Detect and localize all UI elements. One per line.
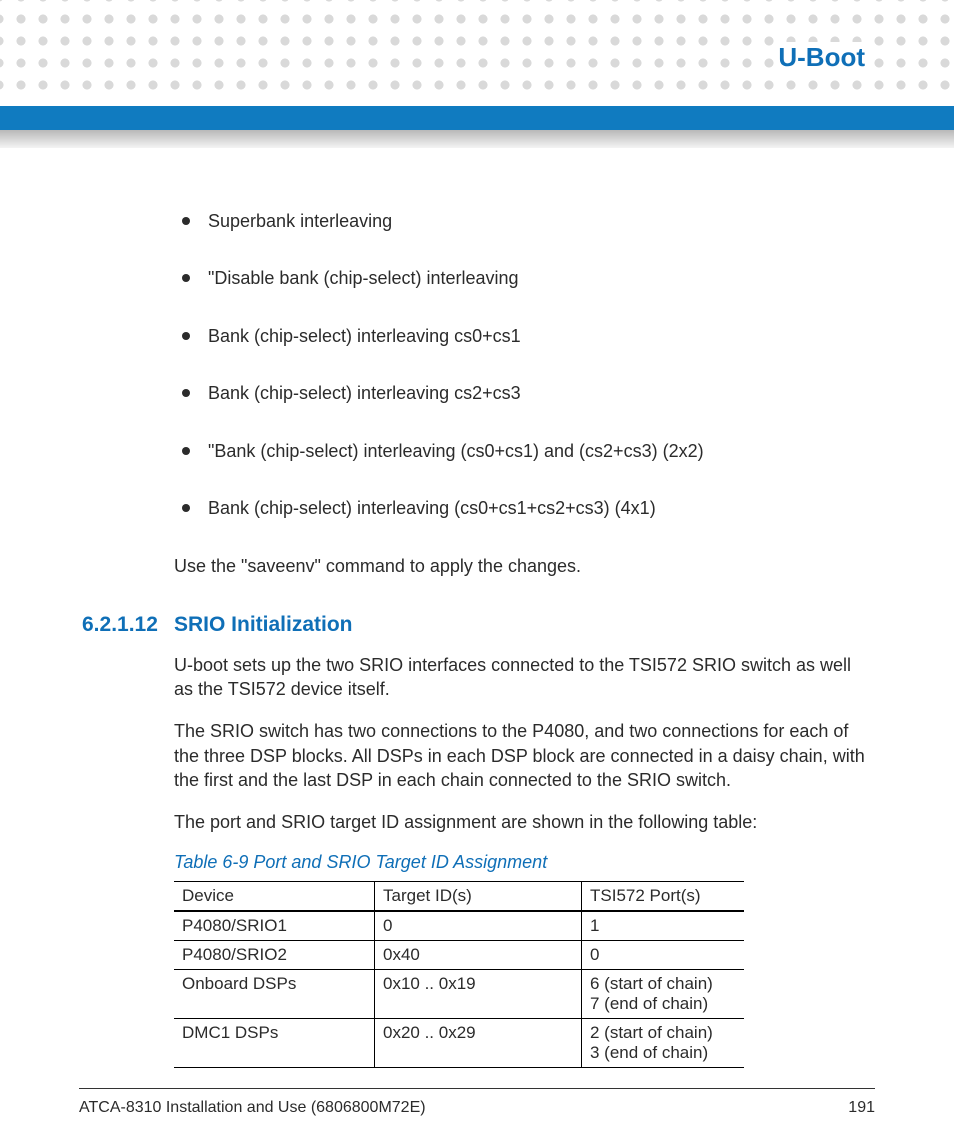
saveenv-note: Use the "saveenv" command to apply the c… — [174, 554, 874, 578]
section-paragraph: U-boot sets up the two SRIO interfaces c… — [174, 653, 874, 702]
cell-target: 0x40 — [375, 941, 582, 970]
col-target-id: Target ID(s) — [375, 882, 582, 912]
interleaving-options-list: Superbank interleaving "Disable bank (ch… — [182, 210, 874, 520]
table-row: Onboard DSPs 0x10 .. 0x19 6 (start of ch… — [174, 970, 744, 1019]
table-header-row: Device Target ID(s) TSI572 Port(s) — [174, 882, 744, 912]
header-blue-bar — [0, 106, 954, 130]
chapter-title: U-Boot — [774, 42, 869, 73]
section-paragraph: The SRIO switch has two connections to t… — [174, 719, 874, 792]
section-title: SRIO Initialization — [174, 613, 353, 637]
cell-port: 0 — [582, 941, 745, 970]
cell-port: 1 — [582, 911, 745, 941]
footer-page-number: 191 — [848, 1099, 875, 1117]
table-row: P4080/SRIO2 0x40 0 — [174, 941, 744, 970]
cell-port: 6 (start of chain) 7 (end of chain) — [582, 970, 745, 1019]
cell-port: 2 (start of chain) 3 (end of chain) — [582, 1019, 745, 1068]
footer-divider — [79, 1088, 875, 1089]
srio-assignment-table: Device Target ID(s) TSI572 Port(s) P4080… — [174, 881, 744, 1068]
list-item: "Bank (chip-select) interleaving (cs0+cs… — [182, 440, 874, 463]
cell-device: P4080/SRIO2 — [174, 941, 375, 970]
list-item: Bank (chip-select) interleaving cs0+cs1 — [182, 325, 874, 348]
footer-doc-title: ATCA-8310 Installation and Use (6806800M… — [79, 1099, 426, 1117]
list-item: "Disable bank (chip-select) interleaving — [182, 267, 874, 290]
cell-target: 0 — [375, 911, 582, 941]
list-item: Superbank interleaving — [182, 210, 874, 233]
header-grey-bar — [0, 130, 954, 148]
section-paragraph: The port and SRIO target ID assignment a… — [174, 810, 874, 834]
cell-device: P4080/SRIO1 — [174, 911, 375, 941]
col-tsi572-port: TSI572 Port(s) — [582, 882, 745, 912]
col-device: Device — [174, 882, 375, 912]
page-footer: ATCA-8310 Installation and Use (6806800M… — [79, 1099, 875, 1117]
section-heading-row: 6.2.1.12 SRIO Initialization — [82, 613, 874, 637]
table-row: DMC1 DSPs 0x20 .. 0x29 2 (start of chain… — [174, 1019, 744, 1068]
list-item: Bank (chip-select) interleaving cs2+cs3 — [182, 382, 874, 405]
list-item: Bank (chip-select) interleaving (cs0+cs1… — [182, 497, 874, 520]
cell-target: 0x20 .. 0x29 — [375, 1019, 582, 1068]
table-row: P4080/SRIO1 0 1 — [174, 911, 744, 941]
page-content: Superbank interleaving "Disable bank (ch… — [174, 210, 874, 1068]
cell-device: Onboard DSPs — [174, 970, 375, 1019]
cell-device: DMC1 DSPs — [174, 1019, 375, 1068]
section-number: 6.2.1.12 — [82, 613, 174, 637]
table-caption: Table 6-9 Port and SRIO Target ID Assign… — [174, 852, 874, 873]
cell-target: 0x10 .. 0x19 — [375, 970, 582, 1019]
